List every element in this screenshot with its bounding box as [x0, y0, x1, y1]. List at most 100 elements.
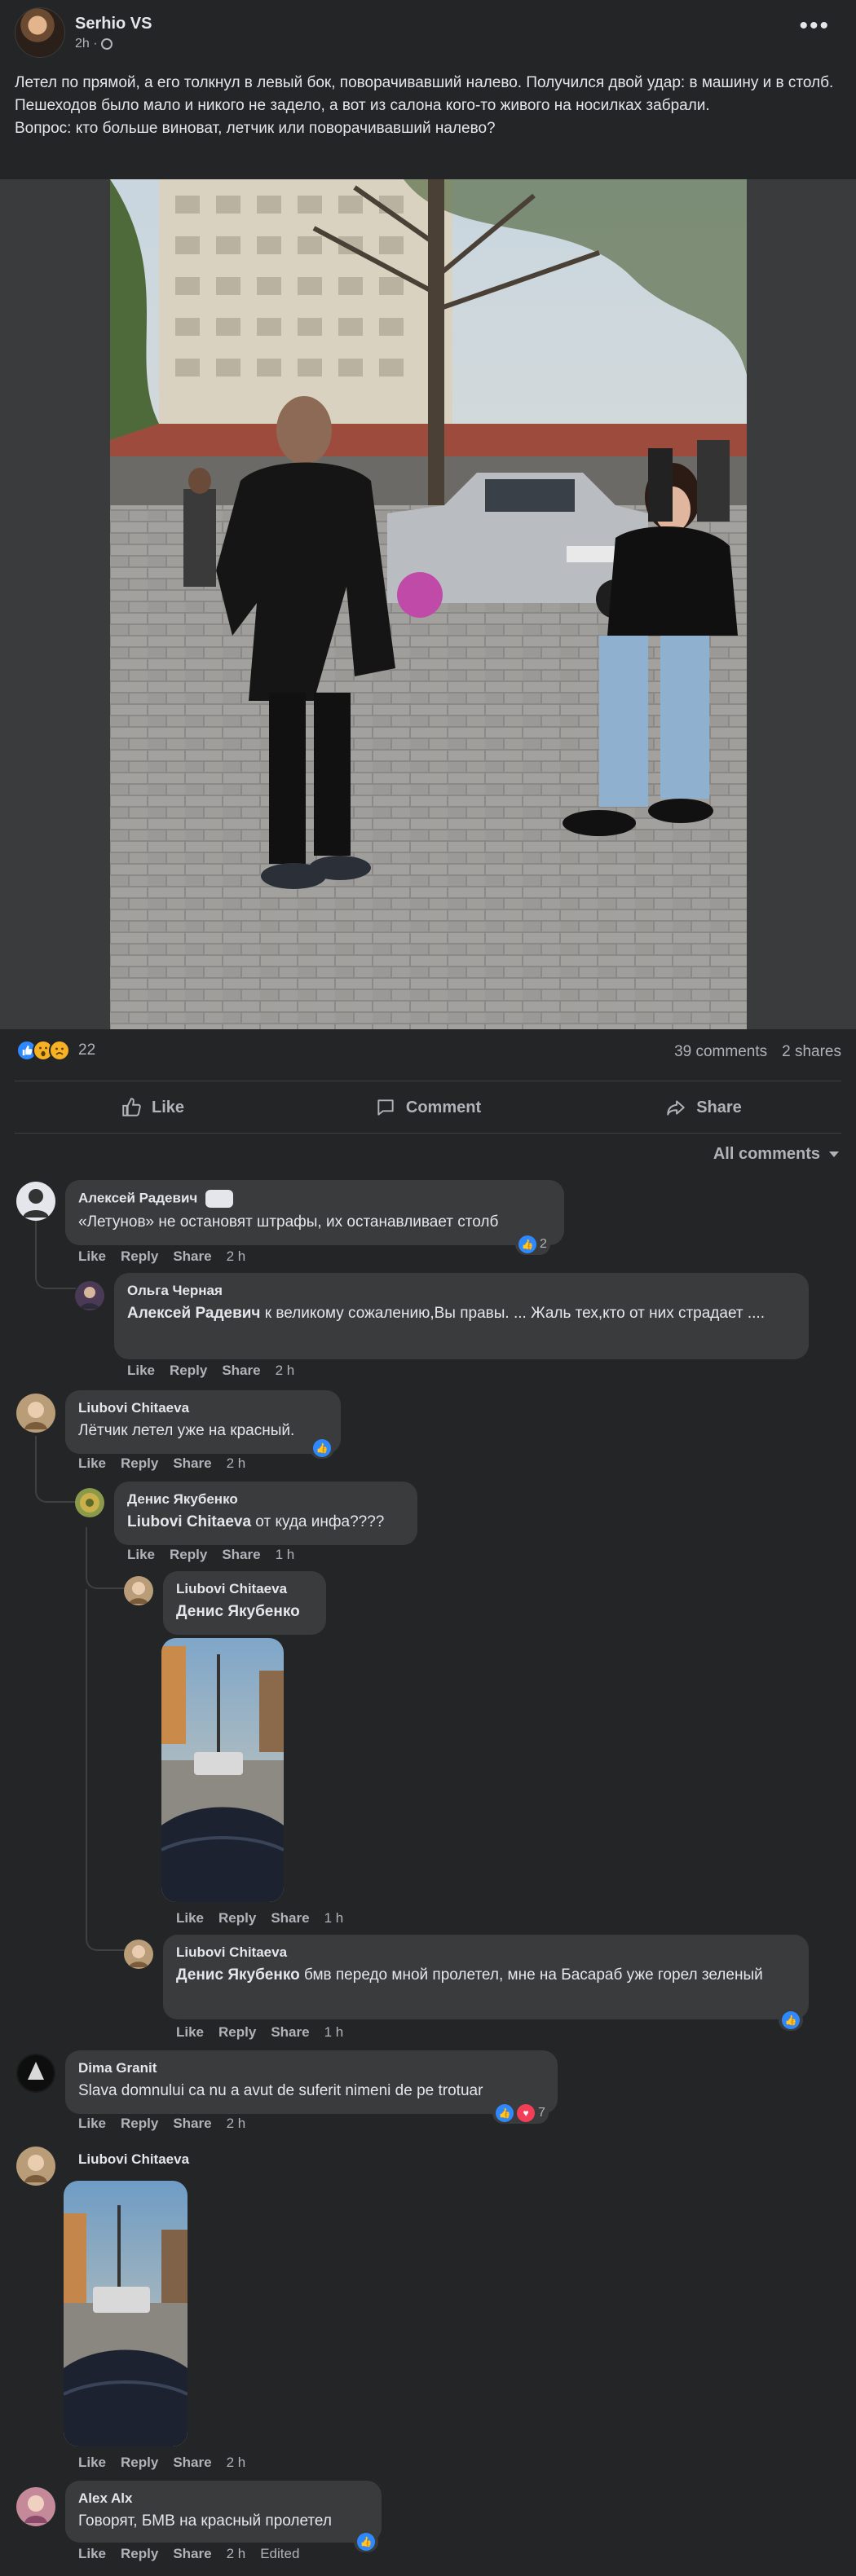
- comment-time[interactable]: 2 h: [227, 2546, 246, 2562]
- avatar[interactable]: [16, 1394, 55, 1433]
- mention-link[interactable]: Liubovi Chitaeva: [127, 1513, 251, 1530]
- avatar[interactable]: [124, 1940, 153, 1969]
- post-photo[interactable]: [110, 179, 747, 1029]
- comment-like-button[interactable]: Like: [78, 2116, 106, 2132]
- comment-like-button[interactable]: Like: [78, 1248, 106, 1265]
- comment-author[interactable]: Alex Alx: [78, 2490, 368, 2507]
- like-reaction-icon: 👍: [313, 1439, 331, 1457]
- avatar[interactable]: [75, 1488, 104, 1517]
- like-button[interactable]: Like: [15, 1084, 290, 1131]
- comment-like-button[interactable]: Like: [78, 2455, 106, 2471]
- comment-like-button[interactable]: Like: [78, 2546, 106, 2562]
- comment-like-button[interactable]: Like: [127, 1363, 155, 1379]
- comment-text: Лётчик летел уже на красный.: [78, 1422, 295, 1439]
- avatar[interactable]: [16, 2054, 55, 2093]
- comment-actions: Like Reply Share 1 h: [127, 1547, 294, 1563]
- comment-reactions[interactable]: 👍: [354, 2531, 378, 2552]
- comment-share-button[interactable]: Share: [222, 1363, 260, 1379]
- intersection-photo: [64, 2181, 188, 2446]
- comment-author[interactable]: Dima Granit: [78, 2060, 545, 2076]
- comment-time[interactable]: 2 h: [227, 2116, 246, 2132]
- comment-button[interactable]: Comment: [290, 1084, 566, 1131]
- like-reaction-icon: 👍: [357, 2533, 375, 2551]
- avatar[interactable]: [75, 1281, 104, 1310]
- comment-bubble: Ольга Черная Алексей Радевич к великому …: [114, 1273, 809, 1359]
- edited-label[interactable]: Edited: [260, 2546, 299, 2562]
- comments-count[interactable]: 39 comments: [674, 1043, 767, 1061]
- comment-like-button[interactable]: Like: [176, 1910, 204, 1926]
- badge-icon: [205, 1190, 234, 1208]
- avatar[interactable]: [16, 1182, 55, 1221]
- comment-reactions[interactable]: 👍 2: [515, 1234, 550, 1255]
- comment-bubble: Денис Якубенко Liubovi Chitaeva от куда …: [114, 1482, 417, 1545]
- shares-count[interactable]: 2 shares: [782, 1043, 841, 1061]
- comment-photo[interactable]: [161, 1638, 284, 1902]
- post-meta: 2h ·: [75, 37, 152, 51]
- comment-bubble: Liubovi Chitaeva Денис Якубенко бмв пере…: [163, 1935, 809, 2019]
- comment-author[interactable]: Денис Якубенко: [127, 1491, 404, 1508]
- comment-share-button[interactable]: Share: [173, 2116, 211, 2132]
- like-reaction-icon: 👍: [782, 2011, 800, 2029]
- share-button[interactable]: Share: [566, 1084, 841, 1131]
- intersection-photo: [161, 1638, 284, 1902]
- comment-reply-button[interactable]: Reply: [170, 1363, 207, 1379]
- comment-reactions[interactable]: 👍 ♥ 7: [492, 2103, 549, 2124]
- comment-actions: Like Reply Share 2 h: [78, 1248, 245, 1265]
- more-icon[interactable]: •••: [799, 14, 830, 38]
- comment-time[interactable]: 1 h: [276, 1547, 295, 1563]
- comment-time[interactable]: 2 h: [227, 1455, 246, 1472]
- avatar[interactable]: [124, 1576, 153, 1605]
- comment-bubble: Liubovi Chitaeva Денис Якубенко: [163, 1571, 326, 1635]
- author-name[interactable]: Serhio VS: [75, 15, 152, 33]
- engagement-counts: 39 comments 2 shares: [674, 1043, 841, 1061]
- avatar[interactable]: [16, 2147, 55, 2186]
- share-label: Share: [696, 1098, 742, 1116]
- comment-reply-button[interactable]: Reply: [218, 2024, 256, 2041]
- comment-time[interactable]: 1 h: [324, 2024, 344, 2041]
- comment-time[interactable]: 2 h: [276, 1363, 295, 1379]
- comment-like-button[interactable]: Like: [127, 1547, 155, 1563]
- comment-author[interactable]: Liubovi Chitaeva: [78, 2151, 189, 2168]
- comment-author[interactable]: Liubovi Chitaeva: [176, 1944, 796, 1961]
- reaction-count[interactable]: 22: [78, 1041, 95, 1059]
- comment-reply-button[interactable]: Reply: [121, 1455, 158, 1472]
- comment-share-button[interactable]: Share: [271, 2024, 309, 2041]
- comment-reply-button[interactable]: Reply: [121, 2455, 158, 2471]
- reaction-summary[interactable]: 22: [16, 1040, 95, 1061]
- comment-author[interactable]: Алексей Радевич: [78, 1190, 551, 1208]
- post-time[interactable]: 2h ·: [75, 37, 98, 51]
- comment-share-button[interactable]: Share: [271, 1910, 309, 1926]
- avatar[interactable]: [16, 2487, 55, 2526]
- comment-reply-button[interactable]: Reply: [218, 1910, 256, 1926]
- comment-share-button[interactable]: Share: [173, 2455, 211, 2471]
- post-actions: Like Comment Share: [15, 1084, 841, 1131]
- comment-time[interactable]: 2 h: [227, 1248, 246, 1265]
- comment-share-button[interactable]: Share: [173, 1248, 211, 1265]
- thumbs-up-icon: [122, 1098, 141, 1116]
- mention-link[interactable]: Денис Якубенко: [176, 1966, 300, 1984]
- comment-reply-button[interactable]: Reply: [170, 1547, 207, 1563]
- comment-share-button[interactable]: Share: [222, 1547, 260, 1563]
- comment-sort-dropdown[interactable]: All comments: [713, 1145, 840, 1164]
- comment-reply-button[interactable]: Reply: [121, 2116, 158, 2132]
- comment-reactions[interactable]: 👍: [310, 1438, 334, 1459]
- post-photo-container[interactable]: [0, 179, 856, 1029]
- comment-like-button[interactable]: Like: [176, 2024, 204, 2041]
- comment-bubble: Alex Alx Говорят, БМВ на красный пролете…: [65, 2481, 382, 2543]
- comment-like-button[interactable]: Like: [78, 1455, 106, 1472]
- comment-author[interactable]: Liubovi Chitaeva: [176, 1581, 313, 1597]
- comment-author[interactable]: Liubovi Chitaeva: [78, 1400, 328, 1416]
- comment-time[interactable]: 1 h: [324, 1910, 344, 1926]
- sad-reaction-icon: [49, 1040, 70, 1061]
- comment-reply-button[interactable]: Reply: [121, 2546, 158, 2562]
- mention-link[interactable]: Алексей Радевич: [127, 1305, 260, 1322]
- comment-share-button[interactable]: Share: [173, 2546, 211, 2562]
- comment-time[interactable]: 2 h: [227, 2455, 246, 2471]
- comment-reactions[interactable]: 👍: [779, 2010, 803, 2031]
- comment-author[interactable]: Ольга Черная: [127, 1283, 796, 1299]
- comment-share-button[interactable]: Share: [173, 1455, 211, 1472]
- comment-photo[interactable]: [64, 2181, 188, 2446]
- mention-link[interactable]: Денис Якубенко: [176, 1603, 300, 1620]
- author-avatar[interactable]: [15, 7, 65, 58]
- comment-reply-button[interactable]: Reply: [121, 1248, 158, 1265]
